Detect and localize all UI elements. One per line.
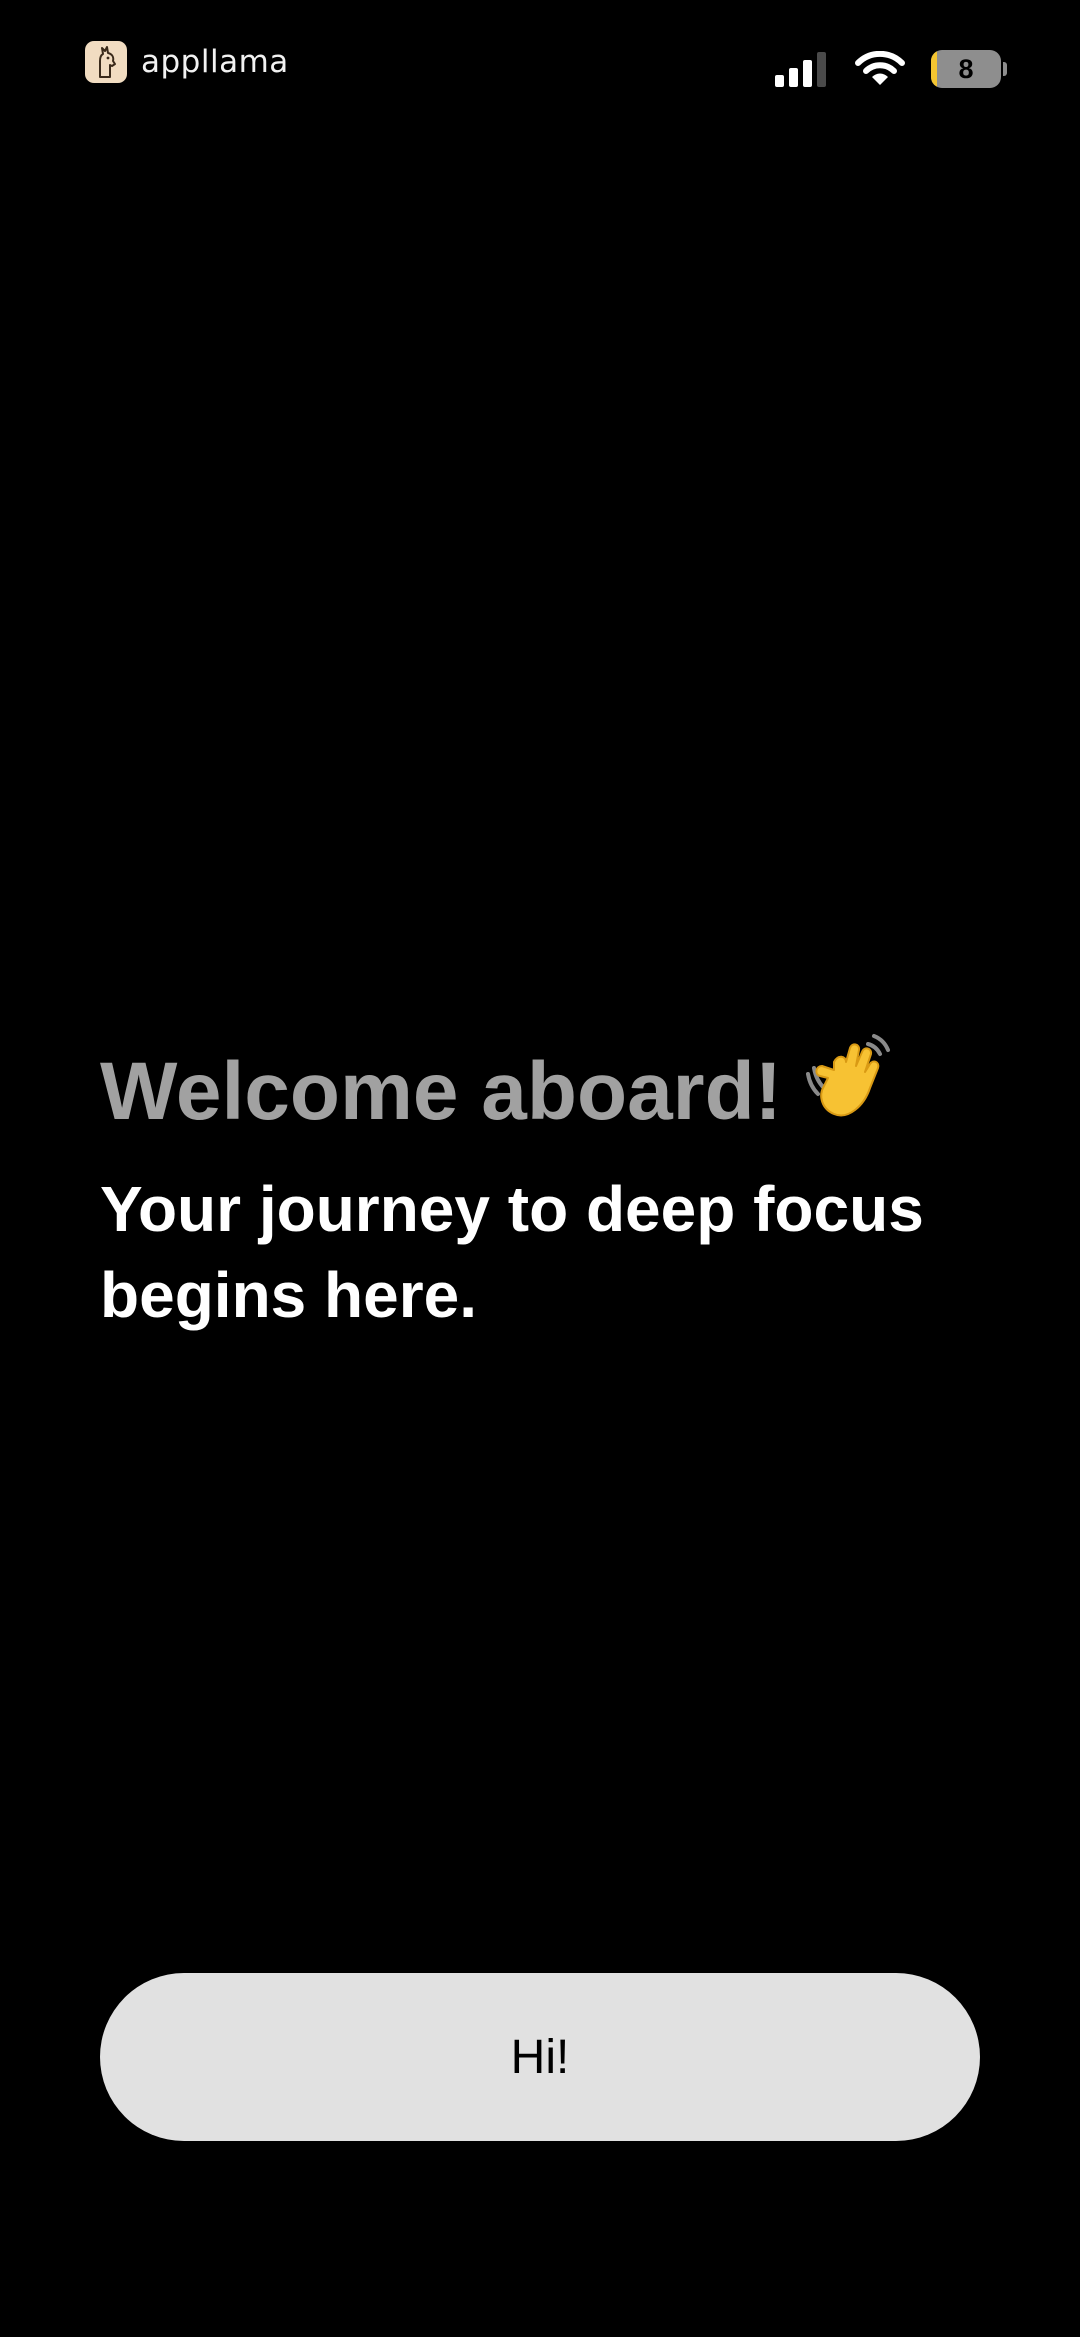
welcome-title: Welcome aboard! [100,1046,782,1137]
status-icons: 8 [775,50,1007,88]
status-bar: appllama 8 [0,0,1080,130]
battery-icon: 8 [931,50,1001,88]
battery-cap [1003,62,1007,76]
cellular-signal-icon [775,52,826,87]
llama-logo-icon [85,41,127,83]
battery-indicator: 8 [931,50,1007,88]
welcome-title-row: Welcome aboard! [100,1032,1000,1152]
battery-level: 8 [958,53,974,84]
brand-name: appllama [141,44,289,80]
waving-hand-icon [804,1032,898,1152]
onboarding-screen: appllama 8 Welcome aboard! Your journey … [0,0,1080,2337]
hi-button[interactable]: Hi! [100,1973,980,2141]
wifi-icon [855,51,905,85]
welcome-section: Welcome aboard! Your journey to deep foc… [100,1032,1000,1338]
brand: appllama [85,41,289,83]
welcome-subtitle: Your journey to deep focus begins here. [100,1173,924,1331]
